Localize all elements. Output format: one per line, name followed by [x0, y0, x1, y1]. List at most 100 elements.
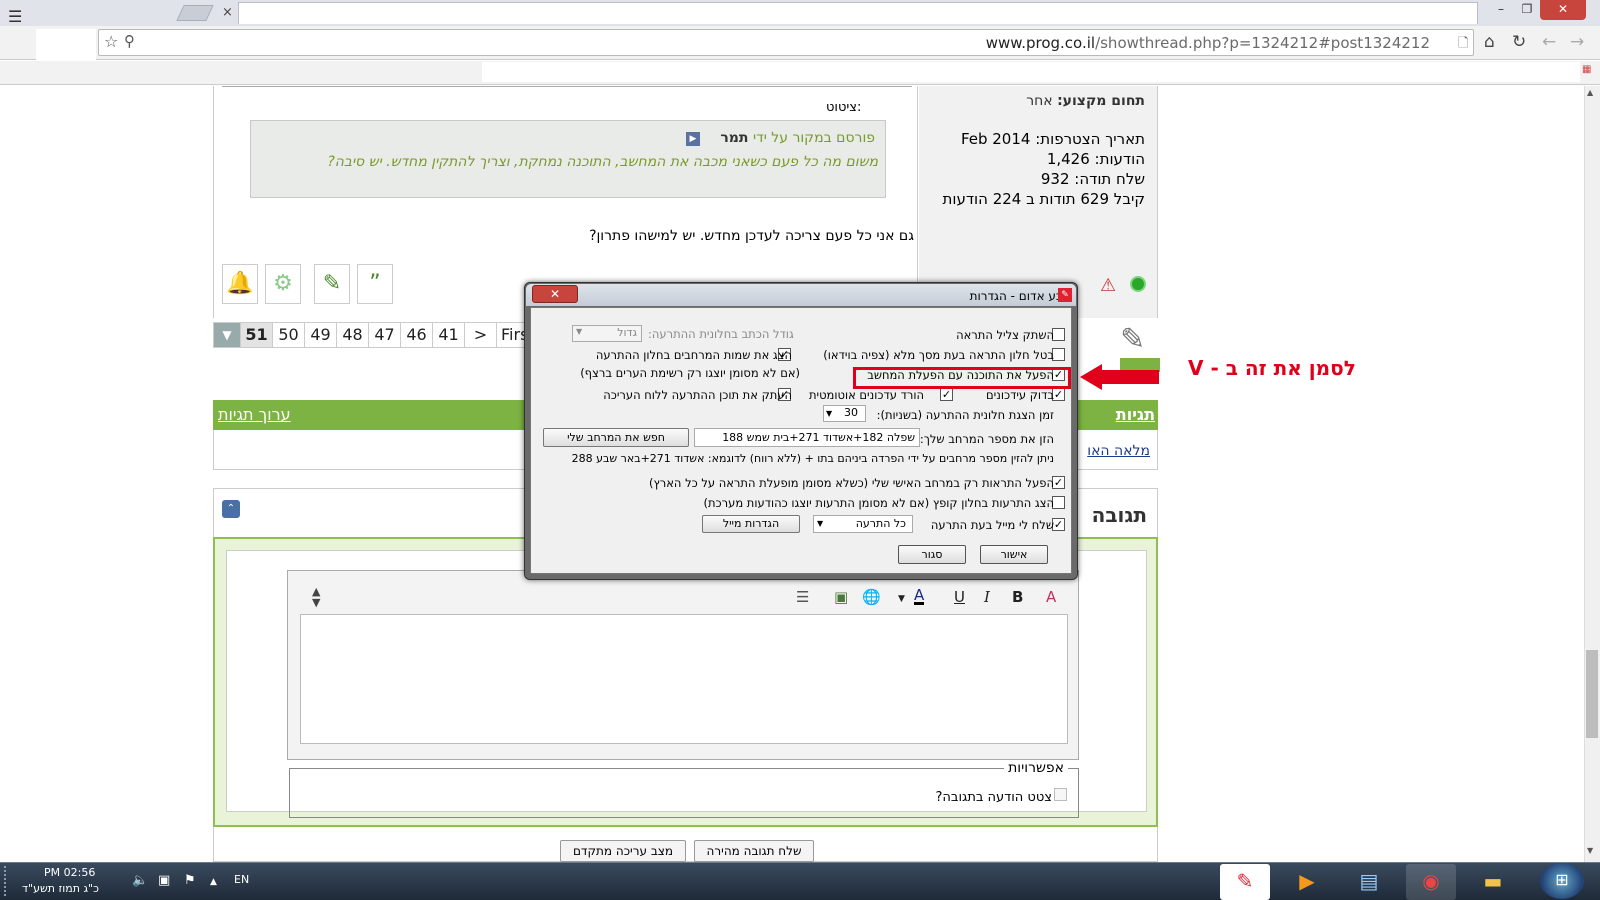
show-hidden-icons-icon[interactable]: ▲ [210, 877, 217, 887]
auto-download-checkbox[interactable]: ✓ [940, 388, 953, 401]
close-button[interactable]: סגור [898, 545, 966, 564]
image-icon[interactable]: ▣ [834, 588, 848, 606]
view-post-icon[interactable]: ▶ [686, 132, 700, 146]
page-link[interactable]: 49 [304, 323, 336, 347]
quote-icon[interactable]: ” [357, 264, 393, 304]
tags-title[interactable]: תגיות [1116, 405, 1155, 424]
quote-text: משום מה כל פעם כשאני מכבה את המחשב, התוכ… [327, 154, 878, 170]
page-link[interactable]: 48 [336, 323, 368, 347]
fontsize-select: גדול [572, 325, 642, 342]
scroll-down-icon[interactable]: ▼ [1587, 846, 1593, 855]
annotation-arrow-head [1080, 364, 1102, 390]
italic-button[interactable]: I [984, 588, 990, 606]
ok-button[interactable]: אישור [980, 545, 1048, 564]
annotation-arrow [1097, 370, 1159, 384]
page-next[interactable]: > [464, 323, 496, 347]
page-link[interactable]: 46 [400, 323, 432, 347]
mute-label: השתק צליל התראה [956, 328, 1054, 342]
page-link[interactable]: 50 [272, 323, 304, 347]
language-indicator[interactable]: EN [234, 873, 249, 886]
chevron-down-icon[interactable]: ▼ [817, 519, 823, 528]
bookmarks-menu-icon[interactable]: ▦ [1582, 64, 1591, 75]
toolbar-blank [36, 29, 96, 63]
user-field-value: אחר [1026, 93, 1053, 109]
chevron-down-icon[interactable]: ▼ [826, 409, 832, 418]
show-regions-note: (אם לא מסומן יוצגו רק רשימת הערים ברצף) [580, 366, 800, 380]
quote-message-checkbox[interactable] [1054, 788, 1067, 801]
quote-message-label: צטט הודעה בתגובה? [935, 790, 1052, 805]
find-region-button[interactable]: חפש את המרחב שלי [543, 428, 689, 447]
highlight-box [853, 367, 1071, 389]
multi-quote-icon[interactable]: ✎ [314, 264, 350, 304]
scrollbar-thumb[interactable] [1586, 650, 1598, 738]
chevron-down-icon: ▼ [576, 327, 583, 336]
mail-frequency-select[interactable]: כל התרעה [813, 515, 913, 533]
scrollbar[interactable] [1584, 86, 1600, 862]
regions-input[interactable]: שפלה 182+אשדוד 271+בית שמש 188 [694, 428, 920, 447]
action-center-flag-icon[interactable]: ⚑ [184, 873, 196, 888]
report-icon[interactable]: ⚠ [1100, 275, 1116, 296]
resize-icon[interactable]: ▲ ▼ [312, 586, 320, 608]
copy-label: העתק את תוכן ההתרעה ללוח העריכה [603, 388, 792, 402]
url-domain: www.prog.co.il [985, 34, 1096, 52]
remove-format-icon[interactable]: A [1046, 588, 1056, 606]
menu-icon[interactable]: ☰ [8, 7, 22, 26]
network-icon[interactable]: ▣ [158, 873, 170, 888]
underline-button[interactable]: U [954, 588, 965, 606]
advanced-mode-button[interactable]: מצב עריכה מתקדם [560, 840, 686, 862]
new-post-icon[interactable]: ✎ [1120, 322, 1145, 357]
scroll-up-icon[interactable]: ▲ [1587, 88, 1593, 97]
tab-close-icon[interactable]: × [222, 5, 233, 20]
collapse-icon[interactable]: ⌃ [222, 500, 240, 518]
back-icon[interactable]: ← [1542, 32, 1556, 52]
quote-attribution: פורסם במקור על ידי תמר [720, 130, 875, 146]
edit-tags-link[interactable]: ערוך תגיות [218, 405, 291, 424]
chevron-down-icon[interactable]: ▼ [898, 594, 905, 604]
duration-label: זמן הצגת חלונית ההתרעה (בשניות): [876, 408, 1054, 422]
message-textarea[interactable] [300, 614, 1068, 744]
page-link[interactable]: 47 [368, 323, 400, 347]
pagination: ▼ 51 50 49 48 47 46 41 > First [213, 322, 537, 348]
start-button[interactable]: ⊞ [1540, 863, 1584, 899]
folder-icon[interactable]: ▬ [1468, 864, 1518, 900]
reload-icon[interactable]: ↻ [1512, 32, 1526, 52]
forward-icon[interactable]: → [1570, 32, 1584, 52]
quick-reply-button[interactable]: שלח תגובה מהירה [694, 840, 814, 862]
tag-link[interactable]: מלאה האו [1087, 443, 1150, 459]
clock-date[interactable]: כ"ג תמוז תשע"ד [22, 882, 99, 895]
bookmark-star-icon[interactable]: ☆ [104, 32, 118, 51]
mail-label: שלח לי מייל בעת התרעה [930, 518, 1054, 532]
minimize-button[interactable]: – [1488, 0, 1514, 20]
bell-icon[interactable]: 🔔 [222, 264, 258, 304]
user-thanks-sent: שלח תודה: 932 [1040, 170, 1145, 188]
bold-button[interactable]: B [1012, 588, 1023, 606]
bookmark-bar-area [482, 62, 1580, 82]
page-link[interactable]: 41 [432, 323, 464, 347]
zoom-icon[interactable]: ⚲ [124, 32, 135, 50]
pagination-menu-icon[interactable]: ▼ [214, 323, 240, 347]
quote-posted-prefix: פורסם במקור על ידי [752, 130, 875, 146]
dialog-close-button[interactable]: ✕ [532, 285, 578, 303]
chrome-icon[interactable]: ◉ [1406, 864, 1456, 900]
user-field-label: תחום מקצוע: [1057, 93, 1145, 109]
clock-time[interactable]: PM 02:56 [44, 866, 95, 879]
quote-icon[interactable]: ☰ [796, 588, 809, 606]
taskbar-grip [4, 866, 10, 896]
link-icon[interactable]: 🌐 [862, 588, 881, 606]
home-icon[interactable]: ⌂ [1484, 32, 1495, 52]
window-close-button[interactable]: ✕ [1540, 0, 1586, 20]
font-color-button[interactable]: A [914, 588, 925, 605]
gear-icon[interactable]: ⚙ [265, 264, 301, 304]
page-current: 51 [240, 323, 272, 347]
reply-title: תגובה [1091, 503, 1147, 527]
volume-icon[interactable]: 🔈 [132, 873, 148, 888]
quote-label: ציטוט: [826, 100, 862, 115]
media-player-icon[interactable]: ▶ [1282, 864, 1332, 900]
red-alert-app-icon[interactable]: ✎ [1220, 864, 1270, 900]
active-tab[interactable] [238, 2, 1478, 24]
quote-author[interactable]: תמר [720, 130, 748, 146]
url-text[interactable]: www.prog.co.il/showthread.php?p=1324212#… [986, 34, 1430, 52]
mail-settings-button[interactable]: הגדרות מייל [702, 515, 800, 533]
maximize-button[interactable]: ❐ [1514, 0, 1540, 20]
control-panel-icon[interactable]: ▤ [1344, 864, 1394, 900]
